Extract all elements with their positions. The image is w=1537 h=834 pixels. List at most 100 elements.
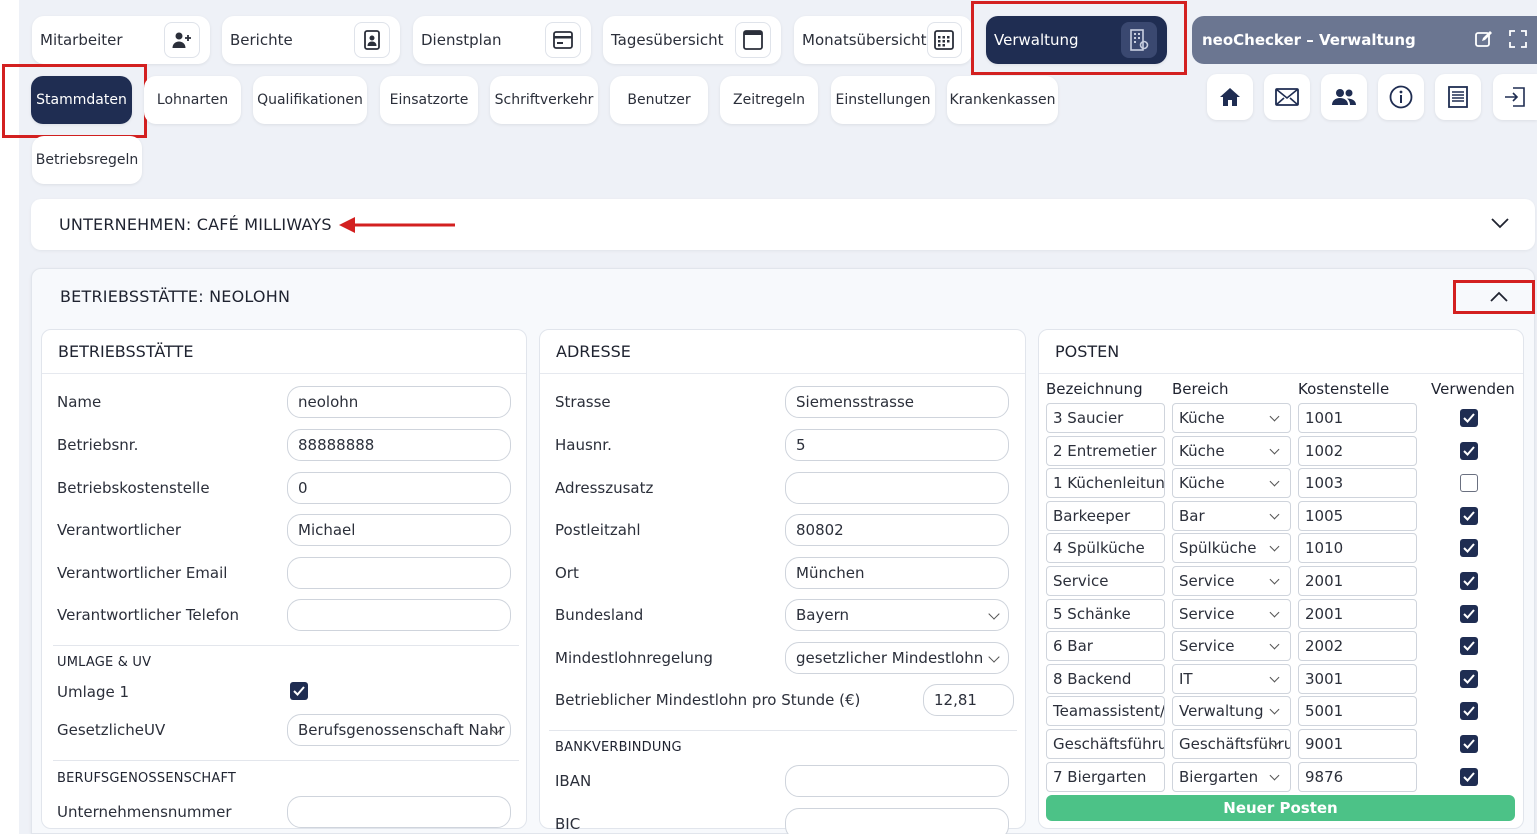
- ort-field[interactable]: München: [785, 557, 1009, 589]
- company-accordion[interactable]: UNTERNEHMEN: CAFÉ MILLIWAYS: [31, 199, 1535, 250]
- calendar-icon: [926, 22, 962, 58]
- tab-zeitregeln[interactable]: Zeitregeln: [720, 76, 818, 124]
- nav-tagesuebersicht[interactable]: Tagesübersicht: [603, 16, 781, 64]
- info-button[interactable]: [1378, 74, 1424, 120]
- verwenden-checkbox[interactable]: [1460, 442, 1478, 460]
- tab-betriebsregeln[interactable]: Betriebsregeln: [32, 136, 142, 184]
- name-field[interactable]: neolohn: [287, 386, 511, 418]
- kostenstelle-field[interactable]: 1002: [1298, 436, 1417, 466]
- kostenstelle-field[interactable]: 1005: [1298, 501, 1417, 531]
- nav-dienstplan[interactable]: Dienstplan: [413, 16, 591, 64]
- app-title-bar: neoChecker – Verwaltung: [1192, 16, 1537, 64]
- verantwortlicher-email-field[interactable]: [287, 557, 511, 589]
- verwenden-checkbox[interactable]: [1460, 474, 1478, 492]
- name-label: Name: [57, 393, 102, 411]
- verantwortlicher-telefon-field[interactable]: [287, 599, 511, 631]
- nav-mitarbeiter[interactable]: Mitarbeiter: [32, 16, 210, 64]
- umlage1-checkbox[interactable]: [290, 682, 308, 700]
- list-button[interactable]: [1435, 74, 1481, 120]
- mail-button[interactable]: [1264, 74, 1310, 120]
- tab-benutzer[interactable]: Benutzer: [610, 76, 708, 124]
- bezeichnung-field[interactable]: 6 Bar: [1046, 631, 1165, 661]
- verantwortlicher-field[interactable]: Michael: [287, 514, 511, 546]
- nav-label: Dienstplan: [421, 31, 502, 49]
- bereich-select[interactable]: Service: [1172, 631, 1291, 661]
- bereich-select[interactable]: Biergarten: [1172, 762, 1291, 792]
- verwenden-checkbox[interactable]: [1460, 539, 1478, 557]
- bezeichnung-field[interactable]: 4 Spülküche: [1046, 533, 1165, 563]
- home-button[interactable]: [1207, 74, 1253, 120]
- kostenstelle-field[interactable]: 1010: [1298, 533, 1417, 563]
- bereich-select[interactable]: Küche: [1172, 403, 1291, 433]
- adresszusatz-field[interactable]: [785, 472, 1009, 504]
- logout-button[interactable]: [1493, 74, 1537, 120]
- verwenden-checkbox[interactable]: [1460, 768, 1478, 786]
- bezeichnung-field[interactable]: Geschäftsführur: [1046, 729, 1165, 759]
- betr-mindestlohn-field[interactable]: 12,81: [923, 684, 1014, 716]
- bezeichnung-field[interactable]: Teamassistent/-i: [1046, 696, 1165, 726]
- verwenden-checkbox[interactable]: [1460, 702, 1478, 720]
- verwenden-checkbox[interactable]: [1460, 670, 1478, 688]
- bereich-select[interactable]: Küche: [1172, 468, 1291, 498]
- kostenstelle-field[interactable]: 9001: [1298, 729, 1417, 759]
- bereich-select[interactable]: Bar: [1172, 501, 1291, 531]
- fullscreen-icon[interactable]: [1509, 30, 1527, 52]
- kostenstelle-field[interactable]: 2001: [1298, 566, 1417, 596]
- verwenden-checkbox[interactable]: [1460, 409, 1478, 427]
- tab-einsatzorte[interactable]: Einsatzorte: [380, 76, 478, 124]
- unternehmensnummer-field[interactable]: [287, 796, 511, 828]
- bezeichnung-field[interactable]: 5 Schänke: [1046, 599, 1165, 629]
- bezeichnung-field[interactable]: 2 Entremetier: [1046, 436, 1165, 466]
- kostenstelle-field[interactable]: 5001: [1298, 696, 1417, 726]
- bereich-select[interactable]: Küche: [1172, 436, 1291, 466]
- hausnr-field[interactable]: 5: [785, 429, 1009, 461]
- bezeichnung-field[interactable]: 3 Saucier: [1046, 403, 1165, 433]
- iban-field[interactable]: [785, 765, 1009, 797]
- bereich-select[interactable]: Geschäftsführur: [1172, 729, 1291, 759]
- kostenstelle-field[interactable]: 2001: [1298, 599, 1417, 629]
- bereich-select[interactable]: Verwaltung: [1172, 696, 1291, 726]
- bundesland-select[interactable]: Bayern: [785, 599, 1009, 631]
- postleitzahl-field[interactable]: 80802: [785, 514, 1009, 546]
- bezeichnung-field[interactable]: 7 Biergarten: [1046, 762, 1165, 792]
- kostenstelle-field[interactable]: 2002: [1298, 631, 1417, 661]
- kostenstelle-field[interactable]: 3001: [1298, 664, 1417, 694]
- tab-einstellungen[interactable]: Einstellungen: [831, 76, 935, 124]
- bereich-select[interactable]: Service: [1172, 566, 1291, 596]
- bezeichnung-field[interactable]: Barkeeper: [1046, 501, 1165, 531]
- kostenstelle-field[interactable]: 1001: [1298, 403, 1417, 433]
- nav-monatsuebersicht[interactable]: Monatsübersicht: [794, 16, 972, 64]
- tab-krankenkassen[interactable]: Krankenkassen: [947, 76, 1058, 124]
- tab-schriftverkehr[interactable]: Schriftverkehr: [490, 76, 598, 124]
- bezeichnung-field[interactable]: 1 Küchenleitung: [1046, 468, 1165, 498]
- bereich-select[interactable]: IT: [1172, 664, 1291, 694]
- check-icon: [1463, 706, 1475, 716]
- mindestlohn-select[interactable]: gesetzlicher Mindestlohn: [785, 642, 1009, 674]
- betriebsnr-field[interactable]: 88888888: [287, 429, 511, 461]
- bereich-select[interactable]: Spülküche: [1172, 533, 1291, 563]
- adresszusatz-label: Adresszusatz: [555, 479, 654, 497]
- verwenden-checkbox[interactable]: [1460, 605, 1478, 623]
- bezeichnung-field[interactable]: 8 Backend: [1046, 664, 1165, 694]
- new-posten-button[interactable]: Neuer Posten: [1046, 795, 1515, 821]
- betriebskostenstelle-field[interactable]: 0: [287, 472, 511, 504]
- bereich-select[interactable]: Service: [1172, 599, 1291, 629]
- arrow-annotation-icon: [339, 217, 455, 233]
- edit-icon[interactable]: [1475, 30, 1493, 52]
- tab-lohnarten[interactable]: Lohnarten: [144, 76, 241, 124]
- bic-field[interactable]: [785, 808, 1009, 834]
- chevron-down-icon[interactable]: [1491, 217, 1509, 229]
- kostenstelle-field[interactable]: 9876: [1298, 762, 1417, 792]
- nav-berichte[interactable]: Berichte: [222, 16, 400, 64]
- users-button[interactable]: [1321, 74, 1367, 120]
- kostenstelle-field[interactable]: 1003: [1298, 468, 1417, 498]
- check-icon: [1463, 674, 1475, 684]
- bezeichnung-field[interactable]: Service: [1046, 566, 1165, 596]
- gesetzliche-uv-select[interactable]: Berufsgenossenschaft Nahr: [287, 714, 511, 746]
- verwenden-checkbox[interactable]: [1460, 507, 1478, 525]
- strasse-field[interactable]: Siemensstrasse: [785, 386, 1009, 418]
- verwenden-checkbox[interactable]: [1460, 735, 1478, 753]
- tab-qualifikationen[interactable]: Qualifikationen: [253, 76, 367, 124]
- verwenden-checkbox[interactable]: [1460, 637, 1478, 655]
- verwenden-checkbox[interactable]: [1460, 572, 1478, 590]
